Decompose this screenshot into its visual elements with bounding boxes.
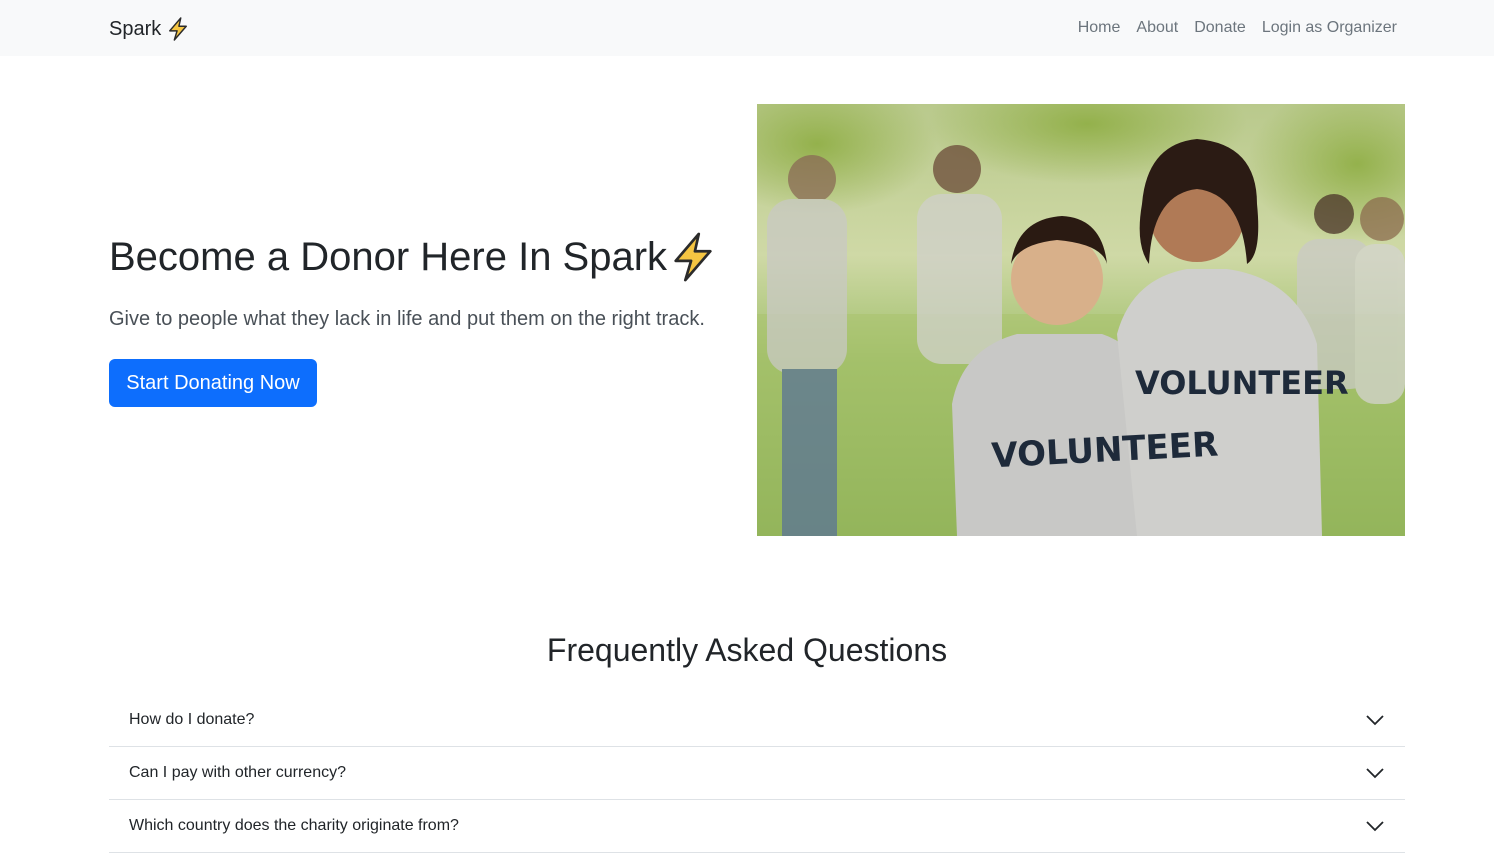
nav-links: Home About Donate Login as Organizer bbox=[1078, 17, 1397, 39]
lightning-bolt-icon bbox=[169, 17, 188, 41]
chevron-down-icon bbox=[1366, 821, 1384, 832]
brand-name: Spark bbox=[109, 17, 162, 40]
faq-accordion: How do I donate? Can I pay with other cu… bbox=[109, 694, 1405, 853]
chevron-down-icon bbox=[1366, 768, 1384, 779]
faq-item[interactable]: How do I donate? bbox=[109, 694, 1405, 747]
hero-subtitle: Give to people what they lack in life an… bbox=[109, 308, 705, 330]
faq-question: Which country does the charity originate… bbox=[129, 817, 459, 834]
nav-home[interactable]: Home bbox=[1078, 17, 1121, 39]
hero-title-text: Become a Donor Here In Spark bbox=[109, 234, 668, 279]
faq-item[interactable]: Which country does the charity originate… bbox=[109, 800, 1405, 853]
nav-donate[interactable]: Donate bbox=[1194, 17, 1246, 39]
nav-login-organizer[interactable]: Login as Organizer bbox=[1262, 17, 1397, 39]
start-donating-button[interactable]: Start Donating Now bbox=[109, 359, 317, 407]
faq-item[interactable]: Can I pay with other currency? bbox=[109, 747, 1405, 800]
hero-image-text-2: VOLUNTEER bbox=[1135, 364, 1349, 402]
faq-question: How do I donate? bbox=[129, 711, 255, 728]
nav-about[interactable]: About bbox=[1136, 17, 1178, 39]
navbar: Spark Home About Donate Login as Organiz… bbox=[0, 0, 1494, 56]
faq-question: Can I pay with other currency? bbox=[129, 764, 346, 781]
chevron-down-icon bbox=[1366, 715, 1384, 726]
hero-image: VOLUNTEER VOLUNTEER bbox=[757, 104, 1405, 536]
lightning-bolt-icon bbox=[674, 232, 712, 282]
brand-link[interactable]: Spark bbox=[109, 15, 189, 43]
faq-title: Frequently Asked Questions bbox=[546, 632, 948, 668]
hero-title: Become a Donor Here In Spark bbox=[109, 232, 717, 282]
